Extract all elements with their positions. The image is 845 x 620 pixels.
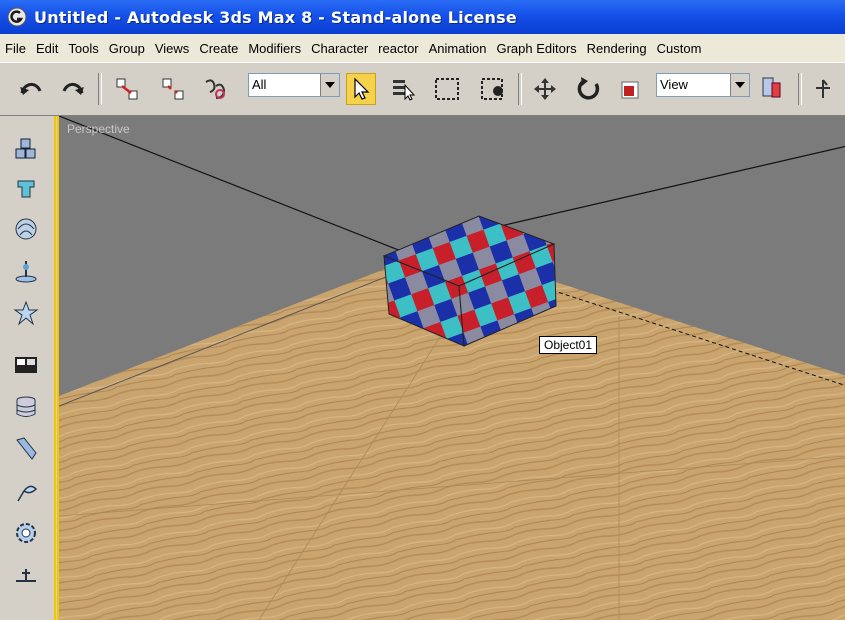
utilities-icon[interactable]: [8, 348, 44, 382]
menu-edit[interactable]: Edit: [31, 34, 63, 62]
select-and-move-icon[interactable]: [530, 73, 560, 105]
hierarchy-icon[interactable]: [8, 212, 44, 246]
layer-icon[interactable]: [8, 390, 44, 424]
reference-coordinate-value: View: [660, 77, 688, 92]
menu-create[interactable]: Create: [194, 34, 243, 62]
command-panel-tabs: [0, 116, 56, 620]
grid-line: [59, 116, 440, 267]
select-by-name-icon[interactable]: [388, 73, 418, 105]
select-and-scale-icon[interactable]: [616, 73, 646, 105]
unlink-selection-icon[interactable]: [158, 73, 188, 105]
menu-group[interactable]: Group: [104, 34, 150, 62]
grid-line: [478, 145, 845, 232]
use-pivot-center-icon[interactable]: [756, 73, 786, 105]
select-and-link-icon[interactable]: [112, 73, 142, 105]
redo-icon[interactable]: [58, 73, 88, 105]
bind-to-space-warp-icon[interactable]: [200, 73, 230, 105]
menu-character[interactable]: Character: [306, 34, 373, 62]
render-icon[interactable]: [8, 474, 44, 508]
perspective-viewport[interactable]: Perspective Object01: [57, 116, 845, 620]
window-title: Untitled - Autodesk 3ds Max 8 - Stand-al…: [34, 7, 517, 27]
create-icon[interactable]: [8, 132, 44, 166]
menu-reactor[interactable]: reactor: [373, 34, 423, 62]
chevron-down-icon[interactable]: [320, 74, 339, 96]
chevron-down-icon[interactable]: [730, 74, 749, 96]
menu-bar: File Edit Tools Group Views Create Modif…: [0, 34, 845, 62]
menu-modifiers[interactable]: Modifiers: [243, 34, 306, 62]
main-toolbar: All View: [0, 62, 845, 116]
undo-icon[interactable]: [16, 73, 46, 105]
title-bar: Untitled - Autodesk 3ds Max 8 - Stand-al…: [0, 0, 845, 34]
object-tooltip: Object01: [539, 336, 598, 354]
motion-icon[interactable]: [8, 254, 44, 288]
reference-coordinate-dropdown[interactable]: View: [656, 73, 750, 97]
selection-filter-dropdown[interactable]: All: [248, 73, 340, 97]
rectangular-selection-region-icon[interactable]: [432, 73, 462, 105]
selection-filter-value: All: [252, 77, 267, 92]
menu-views[interactable]: Views: [150, 34, 194, 62]
app-logo-icon[interactable]: [6, 6, 28, 28]
settings-icon[interactable]: [8, 516, 44, 550]
menu-graph-editors[interactable]: Graph Editors: [491, 34, 581, 62]
menu-rendering[interactable]: Rendering: [582, 34, 652, 62]
modify-icon[interactable]: [8, 172, 44, 206]
menu-tools[interactable]: Tools: [63, 34, 103, 62]
viewport-label[interactable]: Perspective: [67, 122, 130, 136]
pin-icon[interactable]: [8, 560, 44, 594]
material-icon[interactable]: [8, 432, 44, 466]
display-icon[interactable]: [8, 296, 44, 330]
select-and-manipulate-icon[interactable]: [808, 73, 838, 105]
toolbar-separator: [798, 73, 802, 105]
viewport-scene: [59, 116, 845, 620]
menu-animation[interactable]: Animation: [424, 34, 492, 62]
window-crossing-icon[interactable]: [478, 73, 508, 105]
toolbar-separator: [518, 73, 522, 105]
select-and-rotate-icon[interactable]: [574, 73, 604, 105]
menu-customize[interactable]: Custom: [652, 34, 707, 62]
toolbar-separator: [98, 73, 102, 105]
select-object-icon[interactable]: [346, 73, 376, 105]
menu-file[interactable]: File: [0, 34, 31, 62]
